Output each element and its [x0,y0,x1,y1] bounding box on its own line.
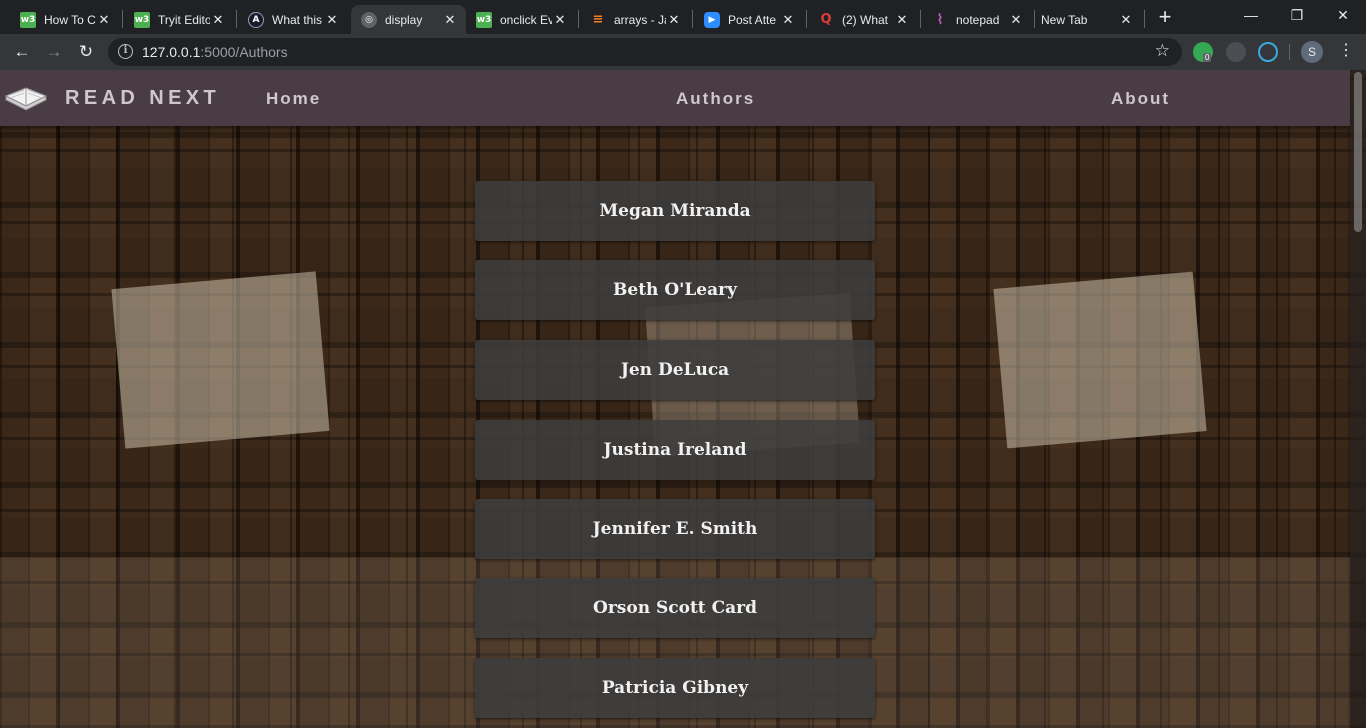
tab-title: Tryit Edito [158,12,210,27]
new-tab-button[interactable]: + [1152,5,1178,31]
tab[interactable]: ≡ arrays - Ja ✕ [580,5,690,34]
close-icon[interactable]: ✕ [324,12,340,28]
tab-title: What this [272,12,323,27]
bookmark-star-icon[interactable]: ☆ [1155,41,1170,61]
profile-avatar[interactable]: S [1301,41,1323,63]
open-book-logo-icon[interactable] [4,82,48,112]
tab[interactable]: New Tab ✕ [1032,5,1142,34]
tab-title: New Tab [1041,12,1088,27]
zoom-icon: ▶ [704,11,720,28]
tab-title: Post Atte [728,12,777,27]
nav-authors-link[interactable]: Authors [676,89,755,109]
url-text[interactable]: 127.0.0.1:5000/Authors [142,44,288,60]
author-name: Jen DeLuca [620,360,730,380]
close-icon[interactable]: ✕ [1008,12,1024,28]
author-name: Justina Ireland [603,440,747,460]
author-card[interactable]: Megan Miranda [475,181,875,241]
tab[interactable]: Q (2) What ✕ [808,5,918,34]
window-close-icon[interactable]: ✕ [1320,0,1366,34]
close-icon[interactable]: ✕ [96,12,112,28]
tab-strip: w3 How To C ✕ w3 Tryit Edito ✕ A What th… [0,0,1366,34]
tab[interactable]: w3 onclick Ev ✕ [466,5,576,34]
close-icon[interactable]: ✕ [894,12,910,28]
forward-arrow-icon[interactable]: → [40,38,68,66]
author-name: Megan Miranda [599,201,751,221]
quora-icon: Q [820,12,832,27]
nav-home-link[interactable]: Home [266,89,321,109]
close-icon[interactable]: ✕ [666,12,682,28]
author-name: Beth O'Leary [613,280,737,300]
info-icon[interactable]: i [118,44,133,59]
site-navbar: READ NEXT Home Authors About [0,70,1350,126]
tab-active[interactable]: ◎ display ✕ [351,5,466,34]
site-brand[interactable]: READ NEXT [65,87,220,110]
page-scrollbar[interactable] [1350,70,1366,728]
tab-title: notepad [956,12,1000,27]
back-arrow-icon[interactable]: ← [8,38,36,66]
author-card[interactable]: Patricia Gibney [475,658,875,718]
scrollbar-thumb[interactable] [1354,72,1362,232]
tab-title: arrays - Ja [614,12,666,27]
author-card[interactable]: Jennifer E. Smith [475,499,875,559]
address-bar[interactable]: i 127.0.0.1:5000/Authors ☆ [108,38,1182,66]
extension-badge: 0 [1203,53,1212,62]
shield-check-extension-icon[interactable]: 0 [1193,42,1213,62]
author-name: Jennifer E. Smith [592,519,758,539]
background-book-image [111,271,330,449]
tab[interactable]: ⌇ notepad ✕ [922,5,1032,34]
tab-title: (2) What [842,12,889,27]
tab-title: onclick Ev [500,12,552,27]
close-icon[interactable]: ✕ [1118,12,1134,28]
globe-icon: ◎ [361,11,377,28]
browser-toolbar: ← → ↻ i 127.0.0.1:5000/Authors ☆ 0 S ⋮ [0,34,1366,70]
author-card[interactable]: Jen DeLuca [475,340,875,400]
tab-title: How To C [44,12,96,27]
notepad-icon: ⌇ [936,11,944,28]
close-icon[interactable]: ✕ [552,12,568,28]
reload-icon[interactable]: ↻ [72,38,100,66]
tab[interactable]: ▶ Post Atte ✕ [694,5,804,34]
author-name: Patricia Gibney [601,678,749,698]
author-card[interactable]: Orson Scott Card [475,578,875,638]
w3schools-icon: w3 [134,11,150,28]
w3schools-icon: w3 [20,11,36,28]
page-viewport: READ NEXT Home Authors About Megan Miran… [0,70,1366,728]
close-icon[interactable]: ✕ [210,12,226,28]
stackoverflow-icon: ≡ [592,12,604,27]
nav-about-link[interactable]: About [1111,89,1170,109]
w3schools-icon: w3 [476,11,492,28]
background-book-image [993,271,1207,449]
close-icon[interactable]: ✕ [442,12,458,28]
close-icon[interactable]: ✕ [780,12,796,28]
minimize-icon[interactable]: — [1228,0,1274,34]
react-devtools-icon[interactable] [1258,42,1278,62]
tab[interactable]: w3 How To C ✕ [10,5,120,34]
author-name: Orson Scott Card [593,598,757,618]
tab[interactable]: w3 Tryit Edito ✕ [124,5,234,34]
author-card[interactable]: Justina Ireland [475,420,875,480]
angular-icon: A [248,11,264,28]
tab[interactable]: A What this ✕ [238,5,348,34]
restore-icon[interactable]: ❐ [1274,0,1320,34]
menu-kebab-icon[interactable]: ⋮ [1338,40,1354,60]
incognito-glasses-icon[interactable] [1226,42,1246,62]
author-card[interactable]: Beth O'Leary [475,260,875,320]
tab-title: display [385,12,423,27]
